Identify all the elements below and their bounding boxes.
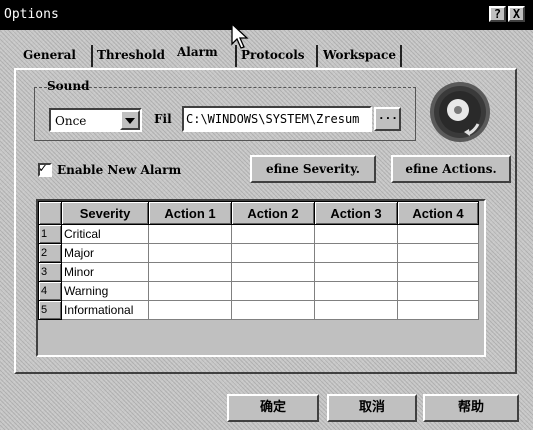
cancel-button[interactable]: 取消 (327, 394, 417, 422)
column-header-action-4[interactable]: Action 4 (397, 201, 479, 225)
table-row[interactable]: 2 Major (38, 243, 479, 263)
checkmark-icon: ✓ (39, 161, 47, 176)
help-button[interactable]: ? (489, 6, 506, 22)
question-icon: ? (493, 7, 502, 21)
mouse-pointer-icon (231, 22, 249, 49)
sound-dropdown-button[interactable] (120, 110, 140, 130)
action-cell[interactable] (231, 300, 315, 320)
enable-new-alarm-checkbox[interactable]: ✓ (38, 161, 52, 177)
severity-cell[interactable]: Critical (61, 224, 149, 244)
ok-button[interactable]: 确定 (227, 394, 319, 422)
row-number[interactable]: 2 (38, 243, 62, 263)
action-cell[interactable] (231, 243, 315, 263)
table-row[interactable]: 1 Critical (38, 224, 479, 244)
action-cell[interactable] (231, 262, 315, 282)
column-header-action-1[interactable]: Action 1 (148, 201, 232, 225)
severity-cell[interactable]: Informational (61, 300, 149, 320)
action-cell[interactable] (397, 262, 479, 282)
action-cell[interactable] (148, 243, 232, 263)
action-cell[interactable] (314, 262, 398, 282)
sound-file-input[interactable]: C:\WINDOWS\SYSTEM\Zresum (182, 106, 372, 132)
help-button-footer[interactable]: 帮助 (423, 394, 519, 422)
action-cell[interactable] (314, 243, 398, 263)
severity-cell[interactable]: Major (61, 243, 149, 263)
action-cell[interactable] (314, 300, 398, 320)
sound-group-label: Sound (47, 79, 90, 93)
action-cell[interactable] (231, 224, 315, 244)
row-number[interactable]: 4 (38, 281, 62, 301)
tab-divider (316, 45, 318, 67)
severity-grid[interactable]: Severity Action 1 Action 2 Action 3 Acti… (36, 199, 486, 357)
enable-new-alarm-label[interactable]: Enable New Alarm (57, 163, 181, 177)
action-cell[interactable] (397, 281, 479, 301)
action-cell[interactable] (397, 300, 479, 320)
sound-mode-select[interactable]: Once (49, 108, 142, 132)
ellipsis-icon: ... (378, 109, 398, 122)
tab-general[interactable]: General (20, 43, 79, 67)
file-label: Fil (154, 112, 172, 126)
table-row[interactable]: 3 Minor (38, 262, 479, 282)
action-cell[interactable] (148, 300, 232, 320)
close-button[interactable]: X (508, 6, 525, 22)
tab-divider (400, 45, 402, 67)
title-bar[interactable]: Options ? X (0, 0, 533, 30)
alarm-dial-icon (430, 82, 490, 142)
sound-mode-value: Once (55, 114, 87, 128)
tab-divider (91, 45, 93, 67)
row-number[interactable]: 3 (38, 262, 62, 282)
tab-alarm[interactable]: Alarm (174, 40, 221, 64)
column-header-action-3[interactable]: Action 3 (314, 201, 398, 225)
action-cell[interactable] (231, 281, 315, 301)
browse-file-button[interactable]: ... (374, 107, 401, 131)
action-cell[interactable] (397, 243, 479, 263)
table-row[interactable]: 5 Informational (38, 300, 479, 320)
table-header-row: Severity Action 1 Action 2 Action 3 Acti… (38, 201, 479, 225)
action-cell[interactable] (148, 224, 232, 244)
sound-file-value: C:\WINDOWS\SYSTEM\Zresum (186, 112, 360, 126)
severity-table: Severity Action 1 Action 2 Action 3 Acti… (38, 201, 479, 320)
define-actions-button[interactable]: efine Actions. (391, 155, 511, 183)
tab-workspace[interactable]: Workspace (320, 43, 399, 67)
define-severity-button[interactable]: efine Severity. (250, 155, 376, 183)
severity-cell[interactable]: Warning (61, 281, 149, 301)
table-row[interactable]: 4 Warning (38, 281, 479, 301)
action-cell[interactable] (148, 281, 232, 301)
row-number[interactable]: 1 (38, 224, 62, 244)
severity-cell[interactable]: Minor (61, 262, 149, 282)
chevron-down-icon (125, 118, 135, 124)
action-cell[interactable] (397, 224, 479, 244)
column-header-severity[interactable]: Severity (61, 201, 149, 225)
tab-threshold[interactable]: Threshold (94, 43, 168, 67)
close-icon: X (512, 7, 521, 21)
window-title: Options (4, 7, 59, 22)
corner-header (38, 201, 62, 225)
action-cell[interactable] (314, 281, 398, 301)
column-header-action-2[interactable]: Action 2 (231, 201, 315, 225)
action-cell[interactable] (148, 262, 232, 282)
row-number[interactable]: 5 (38, 300, 62, 320)
action-cell[interactable] (314, 224, 398, 244)
